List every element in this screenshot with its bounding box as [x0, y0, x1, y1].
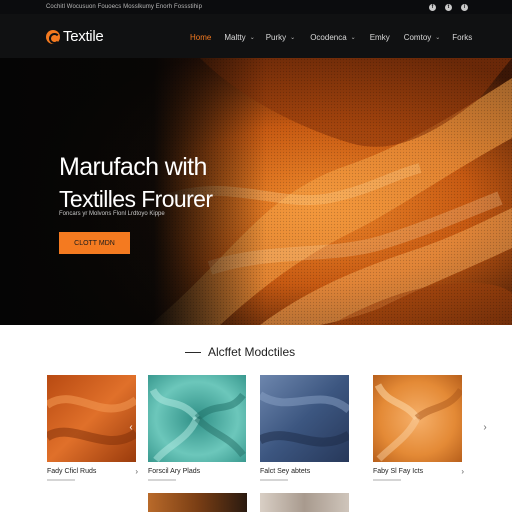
- product-image: [148, 375, 246, 462]
- chevron-down-icon: ⌄: [290, 35, 296, 41]
- product-card[interactable]: Fady Cficl Ruds ›: [47, 375, 138, 481]
- product-image-partial[interactable]: [148, 493, 247, 512]
- hero-subtitle: Foncars yr Molvons Flonl Lrdtoyo Kippe: [59, 211, 165, 217]
- product-label: Falct Sey abtets: [260, 468, 311, 475]
- nav-item-label: Ocodenca: [310, 33, 347, 42]
- product-card[interactable]: Forscil Ary Plads: [148, 375, 246, 481]
- product-image: [260, 375, 349, 462]
- instagram-icon[interactable]: i: [461, 3, 468, 11]
- nav-item-label: Emky: [369, 33, 390, 42]
- product-image: [373, 375, 462, 462]
- section-title: Alcffet Modctiles: [208, 345, 296, 359]
- product-label: Fady Cficl Ruds: [47, 468, 97, 475]
- product-card[interactable]: Falct Sey abtets: [260, 375, 349, 481]
- product-card[interactable]: Faby Sl Fay Icts ›: [373, 375, 464, 481]
- nav-item-label: Purky: [265, 33, 287, 42]
- nav-menu: Home Maltty ⌄ Purky ⌄ Ocodenca ⌄ Emky Co…: [190, 33, 472, 42]
- hero-heading: Marufach with Textilles Frourer: [59, 151, 213, 215]
- top-info-bar: Cochitl Wocusuon Fouoecs Mosslkumy Enorh…: [0, 0, 512, 14]
- section-header: Alcffet Modctiles: [185, 344, 331, 360]
- product-label: Forscil Ary Plads: [148, 468, 201, 475]
- nav-item-label: Comtoy: [403, 33, 432, 42]
- main-navigation: Textile Home Maltty ⌄ Purky ⌄ Ocodenca ⌄…: [0, 14, 512, 58]
- chevron-down-icon: ⌄: [249, 35, 255, 41]
- facebook-icon[interactable]: f: [429, 3, 436, 11]
- nav-item-ocodenca[interactable]: Ocodenca ⌄: [310, 33, 356, 42]
- chevron-down-icon: ⌄: [435, 35, 441, 41]
- product-label: Faby Sl Fay Icts: [373, 468, 424, 475]
- logo-mark-icon: [46, 29, 60, 44]
- site-logo[interactable]: Textile: [46, 28, 104, 45]
- nav-item-purky[interactable]: Purky ⌄: [266, 33, 295, 42]
- logo-text: Textile: [63, 28, 104, 45]
- hero-banner: Marufach with Textilles Frourer Foncars …: [0, 58, 512, 325]
- hero-heading-line-1: Marufach with: [59, 153, 207, 181]
- nav-item-label: Maltty: [224, 33, 246, 42]
- hero-cta-button[interactable]: Clott Mdn: [59, 232, 130, 254]
- product-image: [47, 375, 136, 462]
- top-bar-text: Cochitl Wocusuon Fouoecs Mosslkumy Enorh…: [46, 4, 203, 10]
- product-image-partial[interactable]: [260, 493, 349, 512]
- nav-item-label: Forks: [452, 33, 473, 42]
- slider-prev-icon[interactable]: ‹: [126, 420, 136, 434]
- chevron-right-icon[interactable]: ›: [135, 467, 138, 476]
- title-rule-left: [185, 351, 201, 353]
- nav-item-maltty[interactable]: Maltty ⌄: [224, 33, 254, 42]
- chevron-right-icon[interactable]: ›: [461, 467, 464, 476]
- product-meta-line: [373, 479, 401, 481]
- nav-item-emky[interactable]: Emky: [370, 33, 390, 42]
- nav-item-home[interactable]: Home: [190, 33, 211, 42]
- product-meta-line: [47, 479, 75, 481]
- chevron-down-icon: ⌄: [350, 35, 356, 41]
- product-meta-line: [260, 479, 288, 481]
- social-links: f t i: [429, 3, 468, 11]
- slider-next-icon[interactable]: ›: [480, 420, 490, 434]
- nav-item-forks[interactable]: Forks: [452, 33, 472, 42]
- nav-item-comtoy[interactable]: Comtoy ⌄: [404, 33, 441, 42]
- twitter-icon[interactable]: t: [445, 3, 452, 11]
- nav-item-label: Home: [190, 33, 212, 42]
- product-meta-line: [148, 479, 176, 481]
